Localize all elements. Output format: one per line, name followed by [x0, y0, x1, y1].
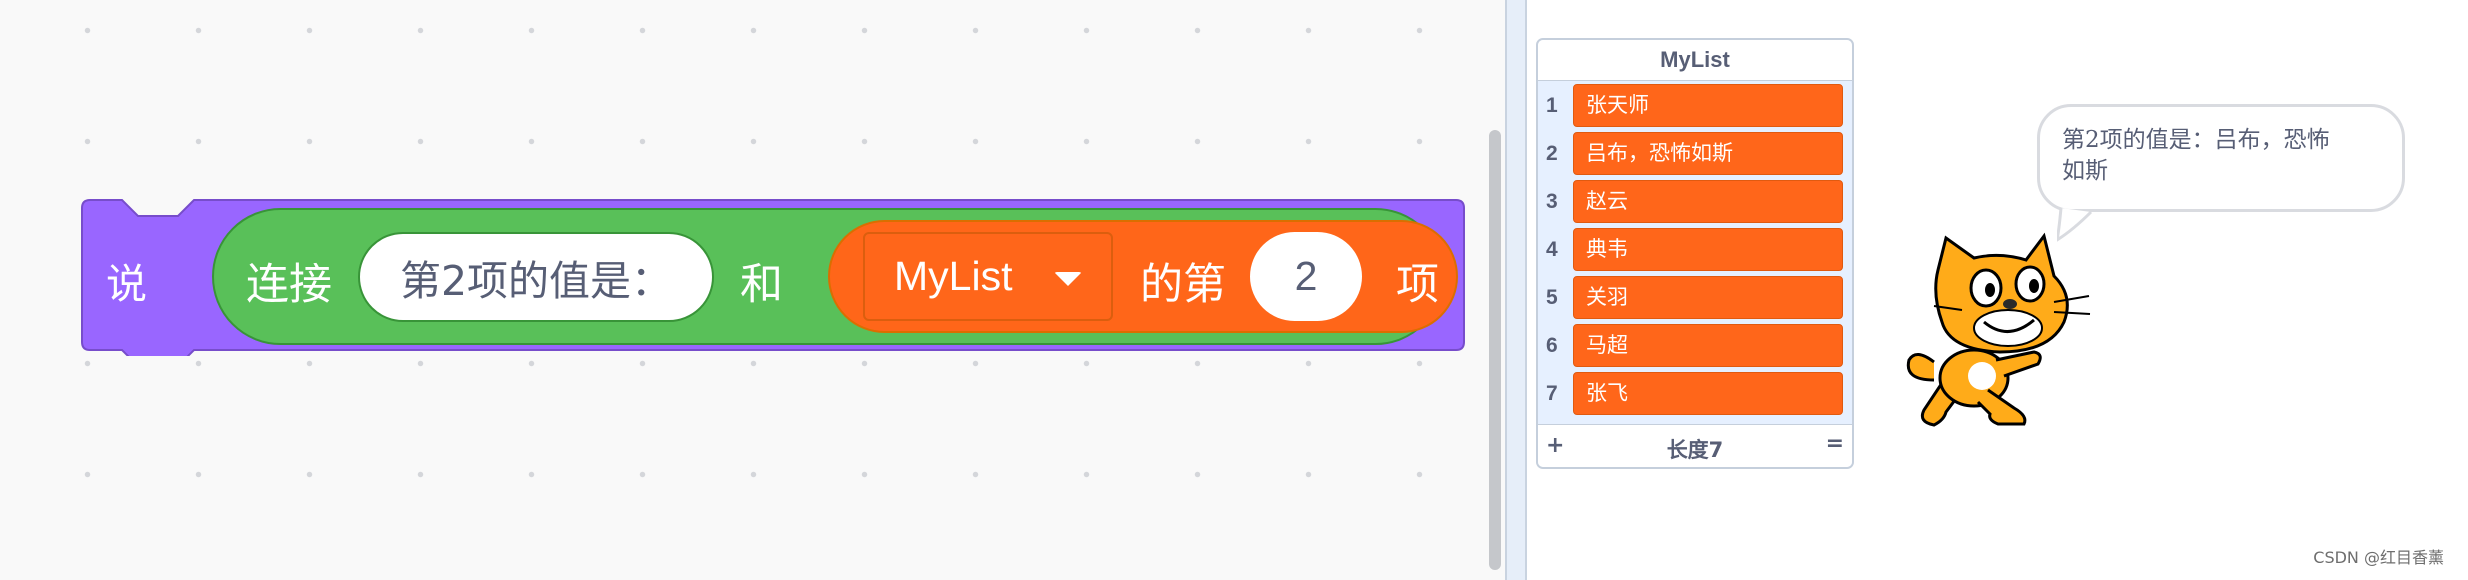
list-item[interactable]: 6 马超	[1538, 324, 1852, 368]
list-item[interactable]: 7 张飞	[1538, 372, 1852, 416]
list-item[interactable]: 3 赵云	[1538, 180, 1852, 224]
of-label: 的第	[1140, 260, 1226, 310]
say-block[interactable]: 说 连接 第2项的值是： 和 MyList 的第 2 项	[78, 198, 1468, 356]
watermark: CSDN @红目香薰	[2313, 548, 2444, 567]
list-dropdown[interactable]: MyList	[863, 232, 1113, 321]
list-item[interactable]: 5 关羽	[1538, 276, 1852, 320]
list-item-value[interactable]: 张天师	[1573, 84, 1843, 127]
item-of-list-block[interactable]: MyList 的第 2 项	[828, 220, 1458, 333]
speech-bubble-line-2: 如斯	[2062, 158, 2108, 184]
list-dropdown-value: MyList	[894, 253, 1013, 299]
list-item-value[interactable]: 张飞	[1573, 372, 1843, 415]
list-item-index: 4	[1546, 238, 1558, 261]
code-scrollbar-thumb[interactable]	[1489, 130, 1501, 570]
list-item-value[interactable]: 赵云	[1573, 180, 1843, 223]
stage[interactable]: MyList 1 张天师 2 吕布，恐怖如斯 3 赵云 4 典韦 5 关羽 6 …	[1527, 0, 2468, 580]
list-item-index: 3	[1546, 190, 1558, 213]
list-item-index: 6	[1546, 334, 1558, 357]
join-text-value: 第2项的值是：	[399, 257, 673, 305]
list-length-label: 长度7	[1666, 438, 1724, 462]
list-item-value[interactable]: 典韦	[1573, 228, 1843, 271]
list-item-index: 2	[1546, 142, 1558, 165]
list-monitor[interactable]: MyList 1 张天师 2 吕布，恐怖如斯 3 赵云 4 典韦 5 关羽 6 …	[1536, 38, 1854, 469]
item-label: 项	[1396, 260, 1439, 310]
list-item-value[interactable]: 关羽	[1573, 276, 1843, 319]
join-label: 连接	[246, 260, 332, 310]
speech-bubble-line-1: 第2项的值是：吕布，恐怖	[2062, 127, 2330, 153]
join-block[interactable]: 连接 第2项的值是： 和 MyList 的第 2 项	[212, 208, 1458, 345]
scratch-cat-icon[interactable]	[1904, 230, 2104, 440]
list-item-index: 7	[1546, 382, 1558, 405]
list-item[interactable]: 1 张天师	[1538, 84, 1852, 128]
speech-bubble: 第2项的值是：吕布，恐怖 如斯	[2037, 104, 2405, 212]
say-label: 说	[106, 260, 147, 308]
code-area[interactable]: 说 连接 第2项的值是： 和 MyList 的第 2 项	[0, 0, 1505, 580]
list-item-index: 5	[1546, 286, 1558, 309]
list-item-value[interactable]: 吕布，恐怖如斯	[1573, 132, 1843, 175]
list-monitor-title: MyList	[1538, 40, 1852, 81]
join-text-input[interactable]: 第2项的值是：	[358, 232, 714, 322]
item-index-value: 2	[1294, 253, 1318, 299]
list-item-index: 1	[1546, 94, 1558, 117]
area-divider	[1505, 0, 1527, 580]
list-item[interactable]: 4 典韦	[1538, 228, 1852, 272]
list-item[interactable]: 2 吕布，恐怖如斯	[1538, 132, 1852, 176]
item-index-input[interactable]: 2	[1250, 232, 1362, 321]
resize-handle[interactable]: =	[1826, 431, 1844, 456]
list-item-value[interactable]: 马超	[1573, 324, 1843, 367]
dropdown-arrow-icon	[1054, 272, 1082, 286]
list-monitor-footer: + 长度7 =	[1538, 424, 1852, 467]
and-label: 和	[740, 260, 783, 310]
